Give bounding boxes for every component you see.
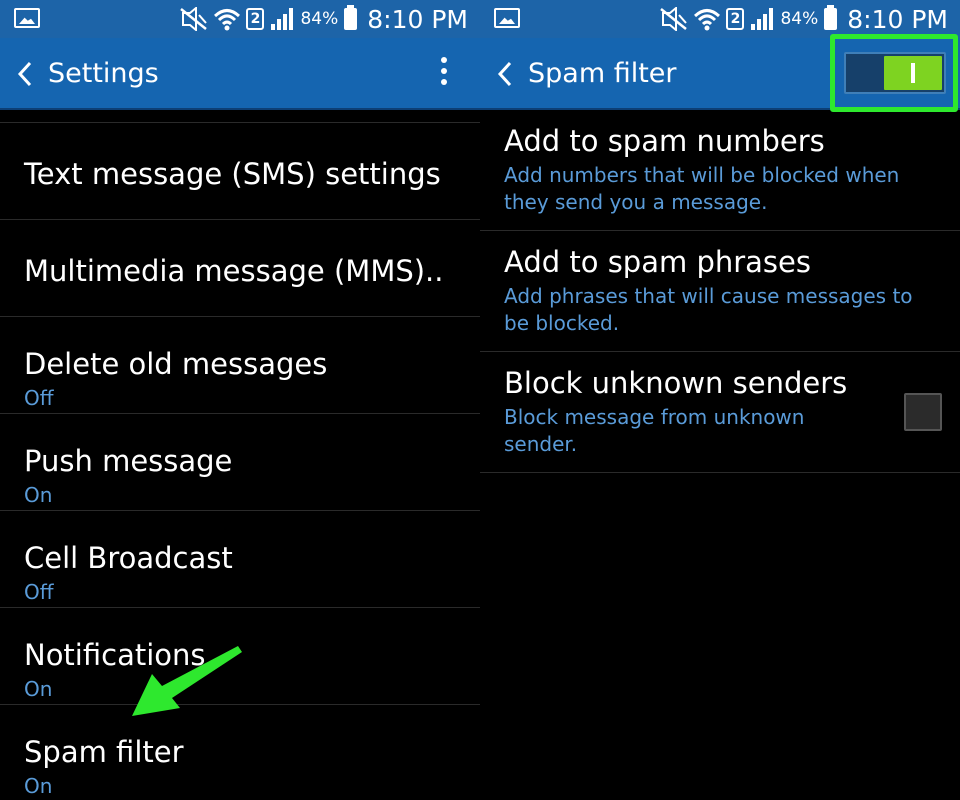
list-item-block-unknown-senders[interactable]: Block unknown senders Block message from…	[480, 352, 960, 473]
page-title[interactable]: Spam filter	[528, 57, 677, 91]
item-description: Add numbers that will be blocked when th…	[504, 163, 900, 214]
status-bar: 2 84% 8:10 PM	[480, 0, 960, 38]
annotation-arrow-icon	[132, 646, 242, 716]
item-title: Add to spam phrases	[504, 245, 811, 279]
settings-screen: 2 84% 8:10 PM Settings Text message (SMS…	[0, 0, 480, 800]
signal-icon	[751, 8, 774, 30]
clock: 8:10 PM	[367, 4, 468, 34]
battery-percent: 84%	[780, 9, 819, 29]
clock: 8:10 PM	[847, 4, 948, 34]
wifi-icon	[214, 9, 241, 31]
item-title: Multimedia message (MMS)..	[24, 254, 444, 288]
spam-filter-list: Add to spam numbers Add numbers that wil…	[480, 110, 960, 473]
item-title: Delete old messages	[24, 347, 328, 381]
battery-icon	[344, 5, 358, 30]
item-title: Block unknown senders	[504, 366, 848, 400]
page-title[interactable]: Settings	[48, 57, 159, 91]
list-item-delete-old-messages[interactable]: Delete old messages Off	[0, 317, 480, 414]
item-status: Off	[24, 386, 54, 410]
item-title: Cell Broadcast	[24, 541, 233, 575]
item-title: Push message	[24, 444, 233, 478]
wifi-icon	[694, 9, 721, 31]
item-title: Add to spam numbers	[504, 124, 825, 158]
status-bar: 2 84% 8:10 PM	[0, 0, 480, 38]
item-description: Add phrases that will cause messages to …	[504, 284, 913, 335]
item-title: Spam filter	[24, 735, 184, 769]
list-item-mms-settings[interactable]: Multimedia message (MMS)..	[0, 220, 480, 317]
block-unknown-checkbox[interactable]	[904, 393, 942, 431]
back-icon[interactable]	[494, 60, 516, 88]
toggle-knob	[884, 56, 942, 90]
list-item-add-spam-numbers[interactable]: Add to spam numbers Add numbers that wil…	[480, 110, 960, 231]
spam-filter-toggle[interactable]	[844, 52, 946, 94]
item-status: On	[24, 483, 53, 507]
list-item-add-spam-phrases[interactable]: Add to spam phrases Add phrases that wil…	[480, 231, 960, 352]
item-status: On	[24, 774, 53, 798]
sim-icon: 2	[246, 8, 265, 30]
item-description: Block message from unknown sender.	[504, 405, 805, 456]
gallery-icon	[14, 8, 40, 28]
list-item-push-message[interactable]: Push message On	[0, 414, 480, 511]
spam-filter-screen: 2 84% 8:10 PM Spam filter Add to spam nu…	[480, 0, 960, 800]
mute-icon	[180, 7, 208, 31]
back-icon[interactable]	[14, 60, 36, 88]
list-item-cell-broadcast[interactable]: Cell Broadcast Off	[0, 511, 480, 608]
battery-percent: 84%	[300, 9, 339, 29]
item-status: Off	[24, 580, 54, 604]
item-title: Text message (SMS) settings	[24, 157, 441, 191]
status-icons: 2 84% 8:10 PM	[180, 2, 468, 36]
list-item-sms-settings[interactable]: Text message (SMS) settings	[0, 123, 480, 220]
signal-icon	[271, 8, 294, 30]
overflow-menu-icon[interactable]	[440, 57, 448, 93]
action-bar: Settings	[0, 38, 480, 110]
mute-icon	[660, 7, 688, 31]
battery-icon	[824, 5, 838, 30]
sim-icon: 2	[726, 8, 745, 30]
gallery-icon	[494, 8, 520, 28]
status-icons: 2 84% 8:10 PM	[660, 2, 948, 36]
